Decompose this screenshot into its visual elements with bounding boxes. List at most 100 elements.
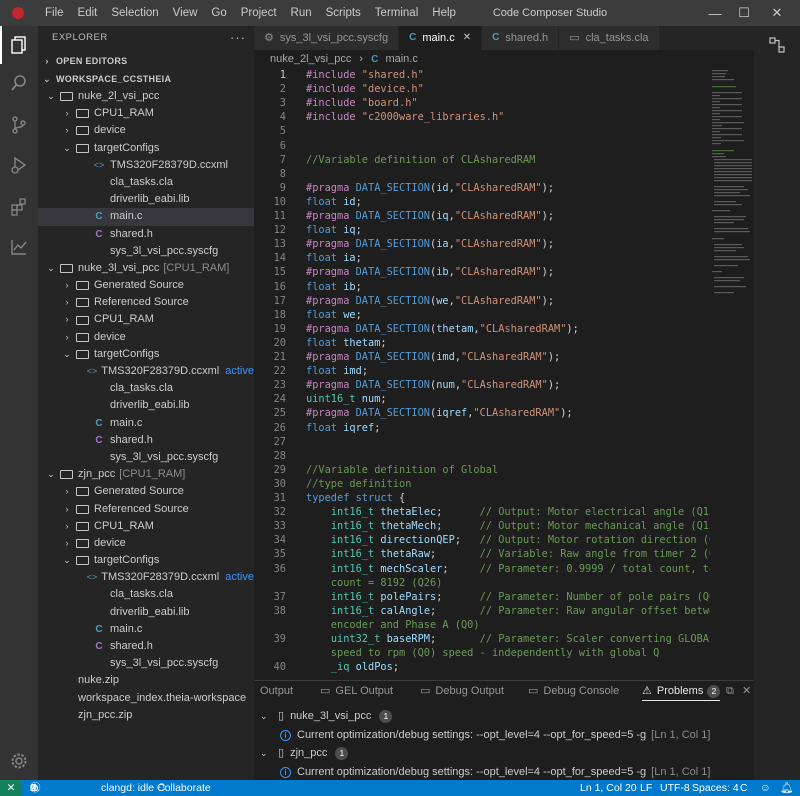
tree-file[interactable]: driverlib_eabi.lib [38,191,254,208]
problem-item[interactable]: i Current optimization/debug settings: --… [280,763,710,781]
tab-gel-output[interactable]: ▭ GEL Output [320,681,393,701]
tree-folder[interactable]: ⌄ targetConfigs [38,346,254,363]
tree-file[interactable]: sys_3l_vsi_pcc.syscfg [38,449,254,466]
cursor-position[interactable]: Ln 1, Col 20 [580,780,637,796]
tree-file[interactable]: cla_tasks.cla [38,380,254,397]
tree-file[interactable]: workspace_index.theia-workspace [38,690,254,707]
source-control-icon[interactable] [0,106,38,144]
run-debug-icon[interactable] [0,146,38,184]
code-line[interactable]: #pragma DATA_SECTION(ib,"CLAsharedRAM"); [306,266,554,278]
tree-folder[interactable]: › device [38,535,254,552]
search-icon[interactable] [0,64,38,102]
menu-view[interactable]: View [166,0,205,26]
tree-file[interactable]: Cshared.h [38,432,254,449]
code-line[interactable]: int16_t polePairs; // Parameter: Number … [306,591,722,603]
remote-indicator[interactable]: ✕ [0,780,22,796]
outline-icon[interactable] [768,36,786,57]
tree-folder[interactable]: ⌄ targetConfigs [38,140,254,157]
tree-file[interactable]: Cshared.h [38,638,254,655]
tree-folder[interactable]: › CPU1_RAM [38,105,254,122]
breadcrumb-file[interactable]: main.c [385,53,417,65]
code-line[interactable]: float imd; [306,365,368,377]
tree-file[interactable]: driverlib_eabi.lib [38,604,254,621]
eol-indicator[interactable]: LF [640,780,652,796]
code-line[interactable]: #pragma DATA_SECTION(imd,"CLAsharedRAM")… [306,351,560,363]
tree-file[interactable]: Cmain.c [38,415,254,432]
menu-edit[interactable]: Edit [71,0,105,26]
code-line[interactable]: #pragma DATA_SECTION(num,"CLAsharedRAM")… [306,379,560,391]
tree-file[interactable]: cla_tasks.cla [38,586,254,603]
tab-cla-tasks-cla[interactable]: ▭ cla_tasks.cla [559,26,660,50]
tab-sys-3l-vsi-pcc-syscfg[interactable]: ⚙ sys_3l_vsi_pcc.syscfg [254,26,400,50]
tab-debug-output[interactable]: ▭ Debug Output [420,681,504,701]
code-line[interactable]: #include "c2000ware_libraries.h" [306,111,504,123]
code-line[interactable]: speed to rpm (Q0) speed - independently … [306,647,660,659]
close-window-icon[interactable]: ✕ [760,0,794,26]
tree-folder[interactable]: › device [38,122,254,139]
tree-file[interactable]: nuke.zip [38,672,254,689]
breadcrumb-folder[interactable]: nuke_2l_vsi_pcc [270,53,351,65]
code-line[interactable]: //Variable definition of Global [306,464,498,476]
tree-folder[interactable]: › Generated Source [38,277,254,294]
tree-file[interactable]: <> TMS320F28379D.ccxml [38,157,254,174]
code-line[interactable]: _iq oldPos; [306,661,399,673]
code-line[interactable]: float ia; [306,252,362,264]
clangd-status[interactable]: clangd: idle [101,780,154,796]
code-line[interactable]: #pragma DATA_SECTION(id,"CLAsharedRAM"); [306,182,554,194]
problem-group[interactable]: ⌄ ▯ nuke_3l_vsi_pcc 1 [260,707,393,725]
code-line[interactable]: #pragma DATA_SECTION(iqref,"CLAsharedRAM… [306,407,573,419]
code-line[interactable]: float thetam; [306,337,387,349]
problem-item[interactable]: i Current optimization/debug settings: --… [280,726,710,744]
menu-file[interactable]: File [38,0,71,26]
code-line[interactable]: int16_t thetaMech; // Output: Motor mech… [306,520,722,532]
code-line[interactable]: #pragma DATA_SECTION(ia,"CLAsharedRAM"); [306,238,554,250]
menu-selection[interactable]: Selection [104,0,165,26]
tab-problems[interactable]: ⚠ Problems 2 [642,681,721,701]
code-line[interactable]: #include "board.h" [306,97,418,109]
tree-file[interactable]: driverlib_eabi.lib [38,397,254,414]
code-line[interactable]: //Variable definition of CLAsharedRAM [306,154,535,166]
code-line[interactable]: float id; [306,196,362,208]
code-line[interactable]: #include "device.h" [306,83,424,95]
tree-folder[interactable]: ⌄ targetConfigs [38,552,254,569]
tab-debug-console[interactable]: ▭ Debug Console [528,681,619,701]
menu-go[interactable]: Go [204,0,233,26]
code-line[interactable]: uint16_t num; [306,393,387,405]
tab-output[interactable]: Output [260,681,293,701]
code-line[interactable]: float iq; [306,224,362,236]
code-line[interactable]: #pragma DATA_SECTION(iq,"CLAsharedRAM"); [306,210,554,222]
tree-folder[interactable]: › Referenced Source [38,294,254,311]
tab-shared-h[interactable]: Cshared.h [482,26,560,50]
tree-file[interactable]: sys_3l_vsi_pcc.syscfg [38,655,254,672]
tree-folder[interactable]: ⌄ nuke_3l_vsi_pcc [CPU1_RAM] [38,260,254,277]
code-line[interactable]: int16_t thetaRaw; // Variable: Raw angle… [306,548,728,560]
code-line[interactable]: float we; [306,309,362,321]
maximize-icon[interactable]: ☐ [727,0,761,26]
menu-terminal[interactable]: Terminal [368,0,425,26]
tree-file[interactable]: Cmain.c [38,208,254,226]
tree-folder[interactable]: ⌄ zjn_pcc [CPU1_RAM] [38,466,254,483]
code-line[interactable]: #pragma DATA_SECTION(thetam,"CLAsharedRA… [306,323,579,335]
code-line[interactable]: int16_t calAngle; // Parameter: Raw angu… [306,605,728,617]
workspace-section[interactable]: ⌄ WORKSPACE_CCSTHEIA [38,70,254,88]
minimap[interactable] [710,68,754,680]
code-line[interactable]: int16_t directionQEP; // Output: Motor r… [306,534,728,546]
code-editor[interactable]: 1 #include "shared.h" 2 #include "device.h"… [254,68,754,680]
tree-folder[interactable]: › Referenced Source [38,501,254,518]
menu-scripts[interactable]: Scripts [319,0,368,26]
tree-file[interactable]: Cmain.c [38,621,254,638]
explorer-icon[interactable] [0,26,38,64]
chart-icon[interactable] [0,228,38,266]
menu-run[interactable]: Run [284,0,319,26]
code-line[interactable]: //type definition [306,478,411,490]
code-line[interactable]: uint32_t baseRPM; // Parameter: Scaler c… [306,633,728,645]
extensions-icon[interactable] [0,188,38,226]
code-line[interactable]: int16_t thetaElec; // Output: Motor elec… [306,506,722,518]
more-actions-icon[interactable]: ··· [230,26,246,50]
close-tab-icon[interactable]: ✕ [463,26,471,50]
close-panel-icon[interactable]: ✕ [742,681,751,701]
code-line[interactable]: count = 8192 (Q26) [306,577,443,589]
tree-folder[interactable]: › device [38,329,254,346]
language-indicator[interactable]: C [740,780,748,796]
tree-file[interactable]: <> TMS320F28379D.ccxml active [38,569,254,586]
